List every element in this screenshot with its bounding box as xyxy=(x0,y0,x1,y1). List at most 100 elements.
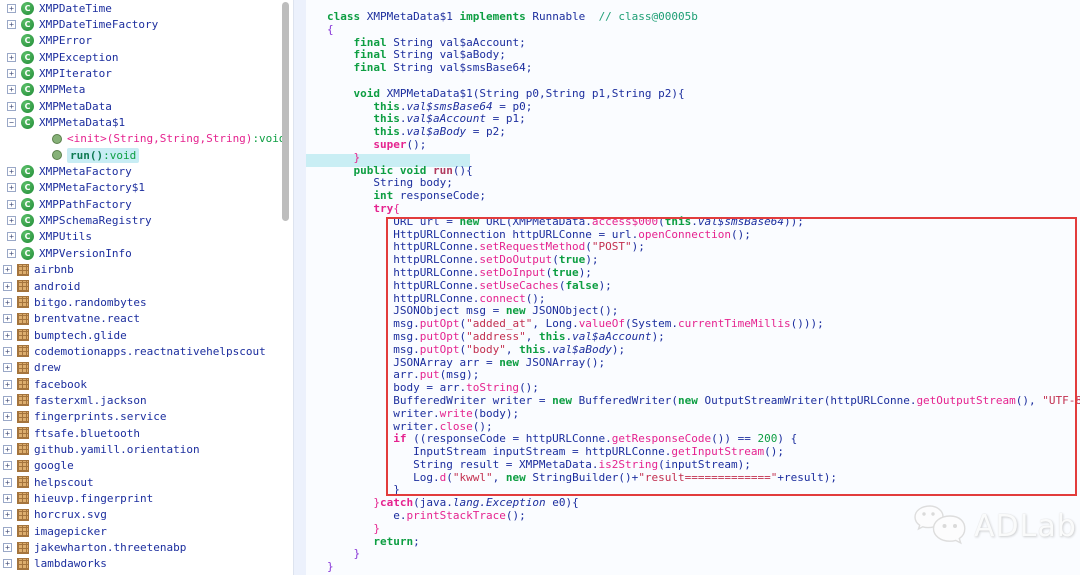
expander-icon[interactable]: + xyxy=(3,298,12,307)
tree-item[interactable]: + bumptech.glide xyxy=(0,327,293,343)
tree-item-label[interactable]: drew xyxy=(34,361,61,374)
tree-item-label[interactable]: ftsafe.bluetooth xyxy=(34,427,140,440)
tree-item[interactable]: +CXMPMetaFactory xyxy=(0,163,293,179)
expander-icon[interactable]: + xyxy=(3,559,12,568)
tree-item[interactable]: + ftsafe.bluetooth xyxy=(0,425,293,441)
expander-icon[interactable]: + xyxy=(3,347,12,356)
tree-item[interactable]: + facebook xyxy=(0,376,293,392)
tree-item[interactable]: + fasterxml.jackson xyxy=(0,392,293,408)
expander-icon[interactable]: + xyxy=(7,102,16,111)
expander-icon[interactable]: + xyxy=(7,53,16,62)
tree-item-label[interactable]: google xyxy=(34,459,74,472)
tree-item[interactable]: +CXMPSchemaRegistry xyxy=(0,212,293,228)
code-line[interactable]: int responseCode; xyxy=(327,190,1080,203)
tree-item-label[interactable]: XMPDateTimeFactory xyxy=(39,18,158,31)
expander-icon[interactable]: + xyxy=(7,4,16,13)
expander-icon[interactable]: + xyxy=(3,331,12,340)
tree-item-label[interactable]: github.yamill.orientation xyxy=(34,443,200,456)
tree-item[interactable]: + jakewharton.threetenabp xyxy=(0,539,293,555)
tree-item-label[interactable]: bumptech.glide xyxy=(34,329,127,342)
tree-item-label[interactable]: XMPError xyxy=(39,34,92,47)
tree-item-label[interactable]: run():void xyxy=(67,148,139,163)
expander-icon[interactable]: + xyxy=(7,167,16,176)
expander-icon[interactable]: + xyxy=(3,429,12,438)
tree-item[interactable]: + codemotionapps.reactnativehelpscout xyxy=(0,343,293,359)
tree-item-label[interactable]: XMPException xyxy=(39,51,118,64)
tree-item-label[interactable]: <init>(String,String,String):void xyxy=(67,132,286,145)
expander-icon[interactable]: + xyxy=(3,412,12,421)
tree-item-label[interactable]: airbnb xyxy=(34,263,74,276)
expander-icon[interactable]: + xyxy=(7,249,16,258)
tree-item[interactable]: <init>(String,String,String):void xyxy=(0,131,293,147)
tree-item[interactable]: +CXMPMetaFactory$1 xyxy=(0,180,293,196)
expander-icon[interactable]: + xyxy=(3,265,12,274)
tree-item[interactable]: + github.yamill.orientation xyxy=(0,441,293,457)
tree-item[interactable]: −CXMPMetaData$1 xyxy=(0,114,293,130)
code-editor[interactable]: class XMPMetaData$1 implements Runnable … xyxy=(327,11,1080,574)
expander-icon[interactable]: + xyxy=(3,543,12,552)
tree-item[interactable]: +CXMPMeta xyxy=(0,82,293,98)
expander-icon[interactable]: + xyxy=(3,461,12,470)
tree-item[interactable]: +CXMPVersionInfo xyxy=(0,245,293,261)
tree-item[interactable]: +CXMPDateTime xyxy=(0,0,293,16)
code-line[interactable]: Log.d("kwwl", new StringBuilder()+"resul… xyxy=(327,472,1080,485)
code-line[interactable]: } xyxy=(327,548,1080,561)
tree-item[interactable]: run():void xyxy=(0,147,293,163)
code-line[interactable]: final String val$smsBase64; xyxy=(327,62,1080,75)
tree-item[interactable]: +CXMPMetaData xyxy=(0,98,293,114)
expander-icon[interactable]: + xyxy=(7,216,16,225)
expander-icon[interactable]: − xyxy=(7,118,16,127)
tree-item-label[interactable]: XMPUtils xyxy=(39,230,92,243)
expander-icon[interactable]: + xyxy=(7,20,16,29)
expander-icon[interactable]: + xyxy=(3,478,12,487)
tree-item-label[interactable]: imagepicker xyxy=(34,525,107,538)
expander-icon[interactable]: + xyxy=(3,445,12,454)
tree-item-label[interactable]: codemotionapps.reactnativehelpscout xyxy=(34,345,266,358)
tree-item-label[interactable]: horcrux.svg xyxy=(34,508,107,521)
tree-item[interactable]: + bitgo.randombytes xyxy=(0,294,293,310)
expander-icon[interactable]: + xyxy=(7,85,16,94)
code-line[interactable]: } xyxy=(327,561,1080,574)
expander-icon[interactable]: + xyxy=(3,527,12,536)
expander-icon[interactable]: + xyxy=(3,314,12,323)
code-line[interactable]: class XMPMetaData$1 implements Runnable … xyxy=(327,11,1080,24)
tree-item-label[interactable]: lambdaworks xyxy=(34,557,107,570)
tree-item-label[interactable]: XMPMetaData xyxy=(39,100,112,113)
pane-divider[interactable] xyxy=(293,0,306,575)
tree-item[interactable]: + airbnb xyxy=(0,262,293,278)
tree-item-label[interactable]: XMPMeta xyxy=(39,83,85,96)
expander-icon[interactable]: + xyxy=(3,396,12,405)
tree-item[interactable]: +fingerprints.service xyxy=(0,409,293,425)
expander-icon[interactable]: + xyxy=(3,494,12,503)
tree-item[interactable]: +CXMPException xyxy=(0,49,293,65)
tree-item[interactable]: + imagepicker xyxy=(0,523,293,539)
tree-item-label[interactable]: XMPMetaFactory xyxy=(39,165,132,178)
tree-item[interactable]: + hieuvp.fingerprint xyxy=(0,490,293,506)
expander-icon[interactable]: + xyxy=(7,232,16,241)
tree-item-label[interactable]: XMPSchemaRegistry xyxy=(39,214,152,227)
tree-item-label[interactable]: jakewharton.threetenabp xyxy=(34,541,186,554)
tree-item[interactable]: +brentvatne.react xyxy=(0,311,293,327)
tree-item[interactable]: +CXMPIterator xyxy=(0,65,293,81)
tree-item[interactable]: + drew xyxy=(0,360,293,376)
tree-item[interactable]: +CXMPUtils xyxy=(0,229,293,245)
tree-item-label[interactable]: XMPMetaData$1 xyxy=(39,116,125,129)
code-line[interactable]: super(); xyxy=(327,139,1080,152)
tree-item-label[interactable]: XMPIterator xyxy=(39,67,112,80)
tree-item-label[interactable]: bitgo.randombytes xyxy=(34,296,147,309)
code-line[interactable]: this.val$aBody = p2; xyxy=(327,126,1080,139)
tree-item[interactable]: +android xyxy=(0,278,293,294)
tree-item[interactable]: +CXMPDateTimeFactory xyxy=(0,16,293,32)
expander-icon[interactable]: + xyxy=(7,69,16,78)
tree-item[interactable]: +CXMPPathFactory xyxy=(0,196,293,212)
tree-item-label[interactable]: helpscout xyxy=(34,476,94,489)
tree-item-label[interactable]: facebook xyxy=(34,378,87,391)
expander-icon[interactable]: + xyxy=(7,183,16,192)
tree-item[interactable]: + helpscout xyxy=(0,474,293,490)
tree-item-label[interactable]: hieuvp.fingerprint xyxy=(34,492,153,505)
tree-item[interactable]: CXMPError xyxy=(0,33,293,49)
expander-icon[interactable]: + xyxy=(3,380,12,389)
tree-item-label[interactable]: fasterxml.jackson xyxy=(34,394,147,407)
tree-item-label[interactable]: android xyxy=(34,280,80,293)
expander-icon[interactable]: + xyxy=(3,363,12,372)
